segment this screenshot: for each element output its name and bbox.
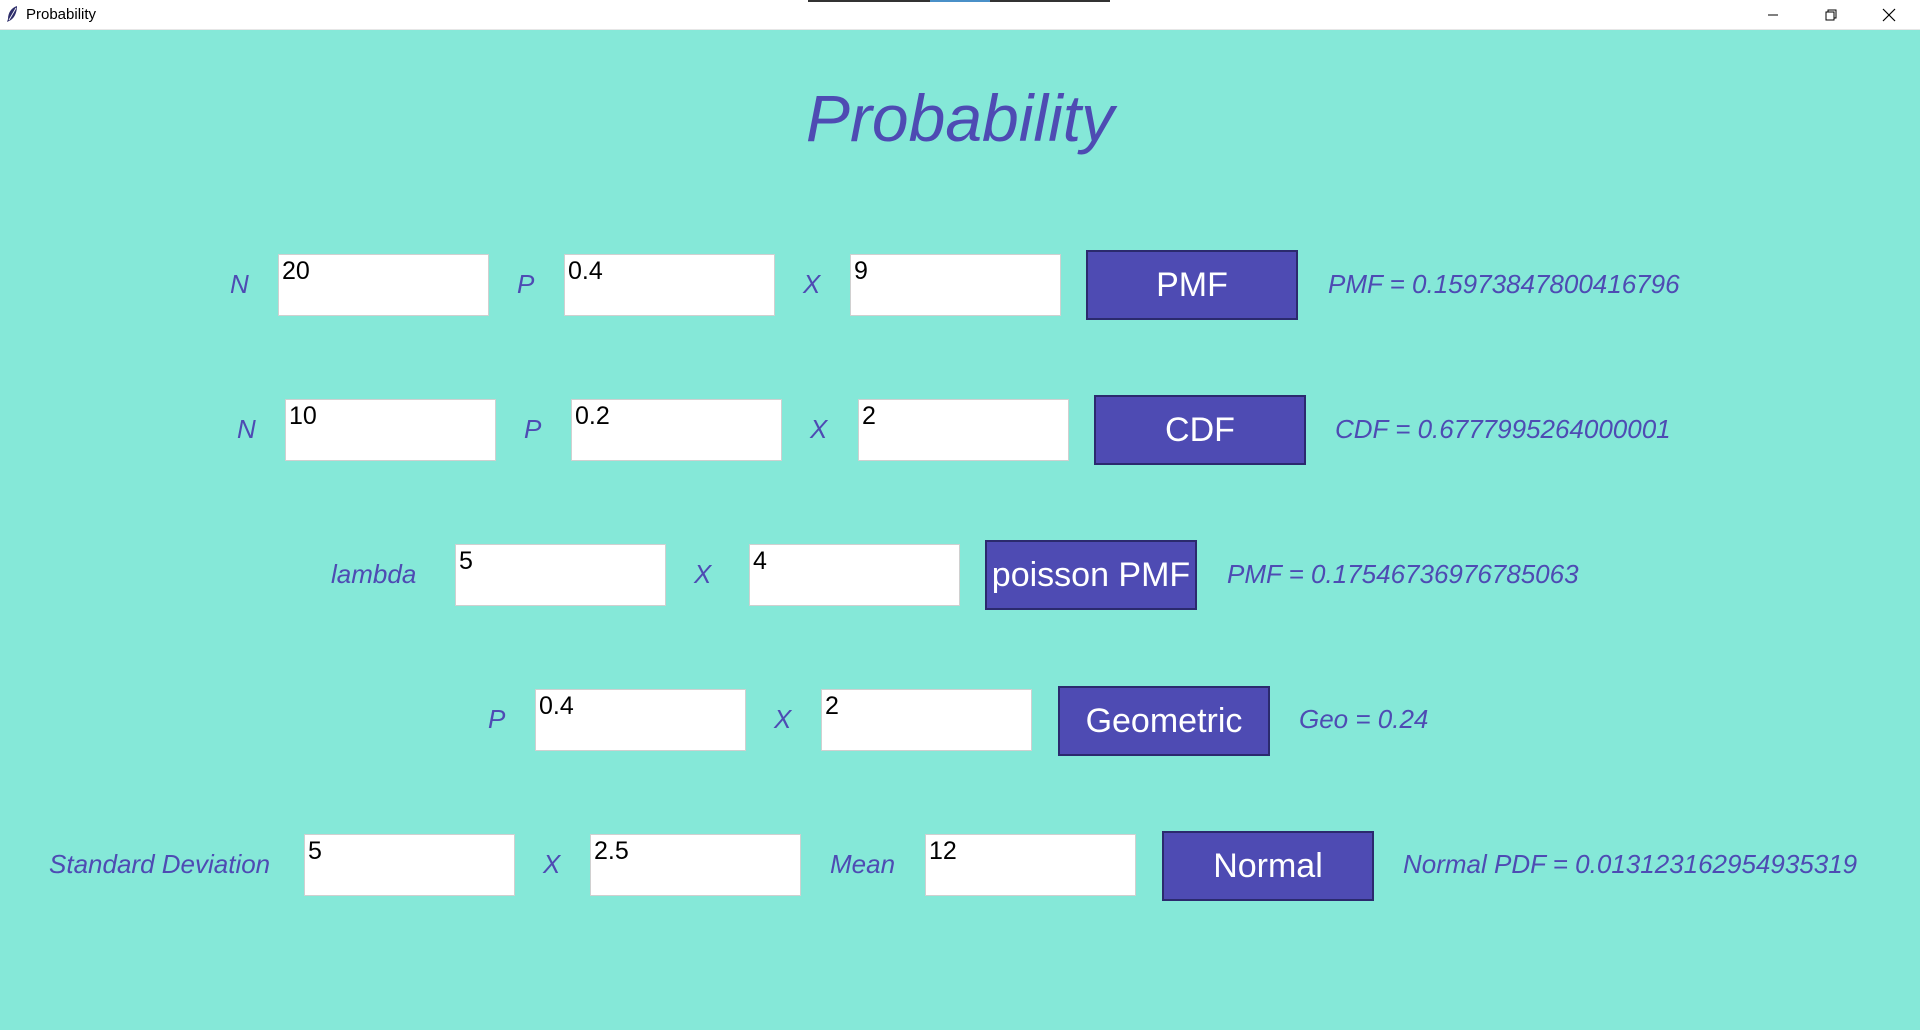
binom-cdf-p-input[interactable] xyxy=(571,399,782,461)
page-title: Probability xyxy=(805,81,1115,155)
binom-pmf-n-label: N xyxy=(230,269,249,299)
cdf-button[interactable]: CDF xyxy=(1094,395,1306,465)
geo-p-label: P xyxy=(488,704,506,734)
poisson-pmf-button[interactable]: poisson PMF xyxy=(985,540,1197,610)
geo-x-label: X xyxy=(774,704,792,734)
normal-mean-label: Mean xyxy=(830,849,896,879)
binom-cdf-n-label: N xyxy=(237,414,256,444)
binom-cdf-x-input[interactable] xyxy=(858,399,1069,461)
geo-result: Geo = 0.24 xyxy=(1299,704,1429,734)
pmf-result: PMF = 0.15973847800416796 xyxy=(1328,269,1680,299)
restore-icon xyxy=(1825,9,1837,20)
binom-cdf-p-label: P xyxy=(524,414,542,444)
geo-p-input[interactable] xyxy=(535,689,746,751)
binom-cdf-x-label: X xyxy=(810,414,828,444)
poisson-x-input[interactable] xyxy=(749,544,960,606)
cdf-result: CDF = 0.6777995264000001 xyxy=(1335,414,1671,444)
binom-pmf-n-input[interactable] xyxy=(278,254,489,316)
normal-x-input[interactable] xyxy=(590,834,801,896)
normal-x-label: X xyxy=(543,849,561,879)
title-indicator-accent xyxy=(930,0,990,2)
normal-sd-input[interactable] xyxy=(304,834,515,896)
close-button[interactable] xyxy=(1860,0,1918,29)
geo-x-input[interactable] xyxy=(821,689,1032,751)
restore-button[interactable] xyxy=(1802,0,1860,29)
window-titlebar[interactable]: Probability xyxy=(0,0,1920,30)
poisson-lambda-input[interactable] xyxy=(455,544,666,606)
minimize-icon xyxy=(1768,14,1778,15)
normal-result: Normal PDF = 0.013123162954935319 xyxy=(1403,849,1858,879)
normal-button[interactable]: Normal xyxy=(1162,831,1374,901)
poisson-result: PMF = 0.17546736976785063 xyxy=(1227,559,1579,589)
binom-pmf-p-label: P xyxy=(517,269,535,299)
normal-sd-label: Standard Deviation xyxy=(49,849,271,879)
geometric-button[interactable]: Geometric xyxy=(1058,686,1270,756)
minimize-button[interactable] xyxy=(1744,0,1802,29)
poisson-lambda-label: lambda xyxy=(331,559,417,589)
pmf-button[interactable]: PMF xyxy=(1086,250,1298,320)
normal-mean-input[interactable] xyxy=(925,834,1136,896)
feather-icon xyxy=(7,6,17,22)
binom-pmf-x-label: X xyxy=(803,269,821,299)
binom-pmf-p-input[interactable] xyxy=(564,254,775,316)
close-icon xyxy=(1882,8,1896,21)
binom-cdf-n-input[interactable] xyxy=(285,399,496,461)
window-title: Probability xyxy=(26,6,97,23)
binom-pmf-x-input[interactable] xyxy=(850,254,1061,316)
poisson-x-label: X xyxy=(694,559,712,589)
